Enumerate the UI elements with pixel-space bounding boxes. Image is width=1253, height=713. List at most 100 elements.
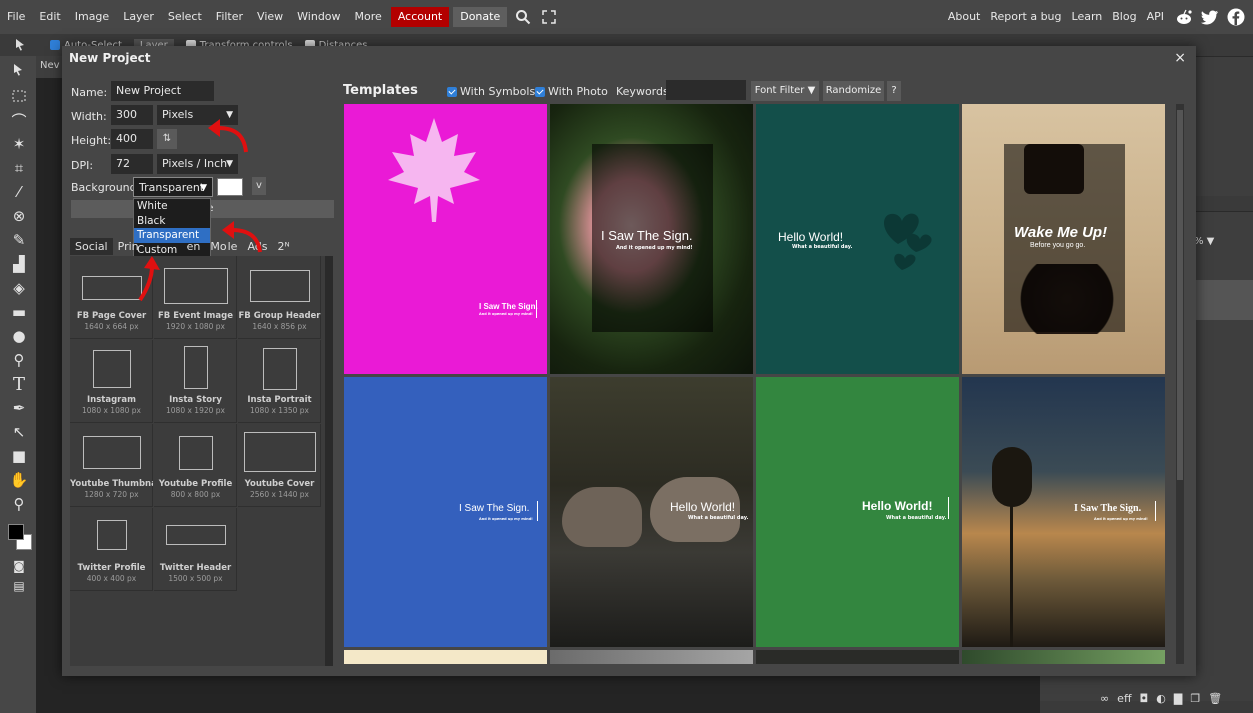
screen-mode-icon[interactable]: ▤ — [9, 576, 29, 596]
folder-icon[interactable]: ▇ — [1174, 692, 1182, 705]
marquee-tool-icon[interactable] — [9, 86, 29, 106]
preset-name: FB Group Header — [238, 311, 321, 321]
menu-image[interactable]: Image — [68, 7, 116, 27]
preset-fb-group-header[interactable]: FB Group Header 1640 x 856 px — [238, 256, 321, 339]
donate-button[interactable]: Donate — [453, 7, 508, 27]
hand-tool-icon[interactable]: ✋ — [9, 470, 29, 490]
scrollbar-thumb[interactable] — [1177, 110, 1183, 480]
api-link[interactable]: API — [1142, 7, 1169, 27]
template-tile[interactable] — [550, 650, 753, 664]
trash-icon[interactable]: 🗑 — [1208, 692, 1222, 705]
randomize-button[interactable]: Randomize — [823, 81, 884, 101]
blur-tool-icon[interactable]: ● — [9, 326, 29, 346]
blog-link[interactable]: Blog — [1107, 7, 1141, 27]
dpi-unit-select[interactable]: Pixels / Inch ▼ — [157, 154, 238, 174]
lasso-tool-icon[interactable]: ⌒ — [9, 110, 29, 130]
adjustment-icon[interactable]: ◐ — [1156, 692, 1166, 705]
about-link[interactable]: About — [943, 7, 986, 27]
new-layer-icon[interactable]: ❐ — [1190, 692, 1200, 705]
bg-option-white[interactable]: White — [134, 199, 210, 214]
preset-twitter-profile[interactable]: Twitter Profile 400 x 400 px — [70, 508, 153, 591]
bg-option-black[interactable]: Black — [134, 214, 210, 229]
height-input[interactable]: 400 — [111, 129, 153, 149]
preset-shape — [263, 348, 297, 390]
effects-icon[interactable]: eff — [1117, 692, 1131, 705]
dpi-input[interactable]: 72 — [111, 154, 153, 174]
healing-brush-icon[interactable]: ⊗ — [9, 206, 29, 226]
dodge-tool-icon[interactable]: ⚲ — [9, 350, 29, 370]
report-bug-link[interactable]: Report a bug — [985, 7, 1066, 27]
menu-more[interactable]: More — [348, 7, 389, 27]
move-tool-icon[interactable] — [9, 60, 29, 80]
eyedropper-icon[interactable]: ⁄ — [9, 182, 29, 202]
reddit-icon[interactable] — [1173, 6, 1195, 28]
template-tile[interactable]: I Saw The Sign. And it opened up my mind… — [550, 104, 753, 374]
search-icon[interactable] — [513, 7, 533, 27]
template-tile[interactable] — [962, 650, 1165, 664]
template-tile[interactable]: Wake Me Up! Before you go go. — [962, 104, 1165, 374]
menu-filter[interactable]: Filter — [209, 7, 250, 27]
fullscreen-icon[interactable] — [539, 7, 559, 27]
menu-layer[interactable]: Layer — [116, 7, 161, 27]
template-tile[interactable]: I Saw The Sign. And it opened up my mind… — [962, 377, 1165, 647]
background-select[interactable]: Transparent ▼ — [133, 177, 213, 197]
preset-twitter-header[interactable]: Twitter Header 1500 x 500 px — [154, 508, 237, 591]
preset-youtube-thumbnail[interactable]: Youtube Thumbnail 1280 x 720 px — [70, 424, 153, 507]
gradient-tool-icon[interactable]: ▬ — [9, 302, 29, 322]
crop-tool-icon[interactable]: ⌗ — [9, 158, 29, 178]
close-icon[interactable]: × — [1174, 50, 1186, 66]
menu-edit[interactable]: Edit — [32, 7, 67, 27]
foreground-color-swatch[interactable] — [8, 524, 24, 540]
menu-view[interactable]: View — [250, 7, 290, 27]
template-tile[interactable]: Hello World! What a beautiful day. — [550, 377, 753, 647]
path-select-icon[interactable]: ↖ — [9, 422, 29, 442]
template-tile[interactable] — [344, 650, 547, 664]
preset-insta-portrait[interactable]: Insta Portrait 1080 x 1350 px — [238, 340, 321, 423]
preset-scrollbar[interactable] — [325, 256, 333, 666]
preset-insta-story[interactable]: Insta Story 1080 x 1920 px — [154, 340, 237, 423]
with-photo-checkbox[interactable]: With Photo — [535, 85, 608, 98]
preset-fb-event-image[interactable]: FB Event Image 1920 x 1080 px — [154, 256, 237, 339]
menu-file[interactable]: File — [0, 7, 32, 27]
account-button[interactable]: Account — [390, 7, 450, 27]
magic-wand-icon[interactable]: ✶ — [9, 134, 29, 154]
font-filter-button[interactable]: Font Filter ▼ — [751, 81, 819, 101]
tab-power-of-two[interactable]: 2ᴺ — [272, 238, 294, 255]
background-more-button[interactable]: v — [252, 177, 266, 195]
pen-tool-icon[interactable]: ✒ — [9, 398, 29, 418]
zoom-tool-icon[interactable]: ⚲ — [9, 494, 29, 514]
keywords-input[interactable] — [666, 80, 746, 100]
background-color-picker[interactable] — [217, 178, 243, 196]
shape-tool-icon[interactable]: ■ — [9, 446, 29, 466]
stamp-tool-icon[interactable]: ▟ — [9, 254, 29, 274]
width-input[interactable]: 300 — [111, 105, 153, 125]
templates-scrollbar[interactable] — [1176, 104, 1184, 664]
twitter-icon[interactable] — [1199, 6, 1221, 28]
auto-select-checkbox[interactable] — [50, 40, 60, 50]
link-layers-icon[interactable]: ∞ — [1100, 692, 1109, 705]
learn-link[interactable]: Learn — [1067, 7, 1108, 27]
facebook-icon[interactable] — [1225, 6, 1247, 28]
quick-mask-icon[interactable]: ◙ — [9, 556, 29, 576]
swap-dimensions-button[interactable]: ⇅ — [157, 129, 177, 149]
template-tile[interactable] — [756, 650, 959, 664]
preset-youtube-profile[interactable]: Youtube Profile 800 x 800 px — [154, 424, 237, 507]
mask-icon[interactable]: ◘ — [1140, 692, 1149, 705]
template-tile[interactable]: I Saw The Sign. And it opened up my mind… — [344, 104, 547, 374]
template-tile[interactable]: Hello World! What a beautiful day. — [756, 377, 959, 647]
help-button[interactable]: ? — [887, 81, 901, 101]
preset-youtube-cover[interactable]: Youtube Cover 2560 x 1440 px — [238, 424, 321, 507]
eraser-tool-icon[interactable]: ◈ — [9, 278, 29, 298]
with-symbols-checkbox[interactable]: With Symbols — [447, 85, 535, 98]
template-tile[interactable]: Hello World! What a beautiful day. — [756, 104, 959, 374]
name-input[interactable]: New Project — [111, 81, 214, 101]
preset-instagram[interactable]: Instagram 1080 x 1080 px — [70, 340, 153, 423]
type-tool-icon[interactable]: T — [9, 374, 29, 395]
template-tile[interactable]: I Saw The Sign. And it opened up my mind… — [344, 377, 547, 647]
brush-tool-icon[interactable]: ✎ — [9, 230, 29, 250]
menu-select[interactable]: Select — [161, 7, 209, 27]
opacity-select[interactable]: % ▼ — [1194, 236, 1214, 247]
tab-social[interactable]: Social — [70, 237, 113, 255]
tab-screen[interactable]: en — [182, 238, 206, 255]
menu-window[interactable]: Window — [290, 7, 347, 27]
